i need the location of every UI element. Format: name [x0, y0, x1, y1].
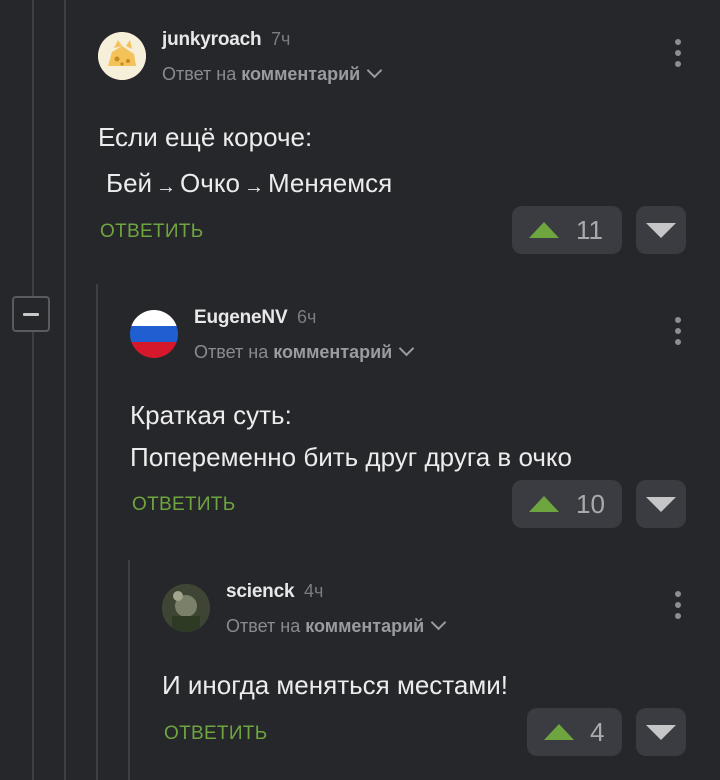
avatar[interactable]: [162, 584, 210, 632]
comment-time: 4ч: [304, 581, 324, 601]
photo-avatar-icon: [162, 584, 210, 632]
reply-to-link[interactable]: комментарий: [305, 616, 424, 636]
chevron-down-icon[interactable]: [430, 614, 447, 631]
upvote-arrow-icon: [544, 724, 574, 740]
comment-text-line-1: И иногда меняться местами!: [162, 670, 508, 700]
downvote-button[interactable]: [636, 708, 686, 756]
reply-button[interactable]: ОТВЕТИТЬ: [164, 723, 267, 745]
comment-scienck: scienck 4ч Ответ на комментарий И иногда …: [0, 0, 720, 780]
rating-count: 4: [590, 717, 605, 747]
username[interactable]: scienck: [226, 581, 295, 603]
upvote-button[interactable]: 4: [527, 708, 622, 756]
more-options-icon[interactable]: [672, 590, 684, 622]
downvote-arrow-icon: [646, 725, 676, 740]
reply-to-line: Ответ на комментарий: [226, 614, 447, 637]
reply-prefix: Ответ на: [226, 616, 301, 636]
